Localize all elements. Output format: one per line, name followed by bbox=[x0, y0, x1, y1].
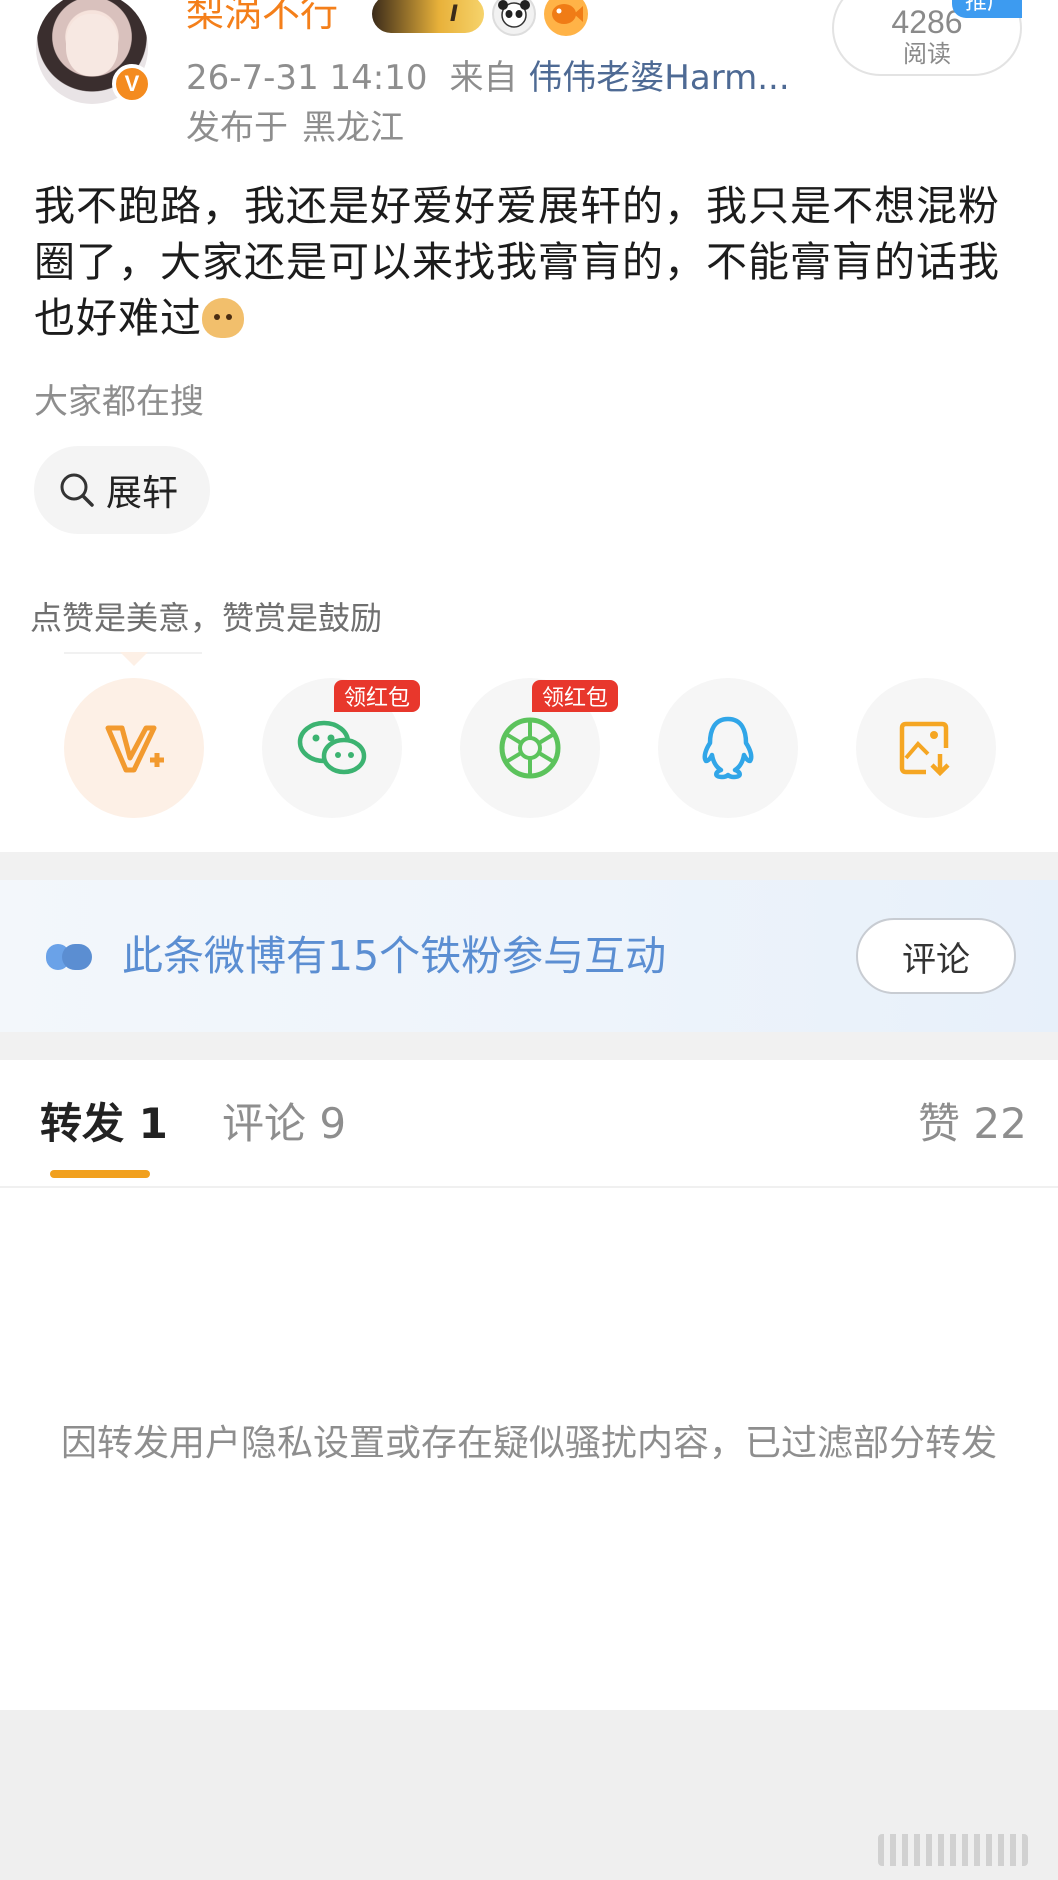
fans-icon bbox=[46, 944, 92, 970]
qq-icon bbox=[702, 716, 754, 780]
red-packet-tag: 领红包 bbox=[334, 680, 421, 712]
reward-button[interactable] bbox=[64, 678, 204, 818]
tab-forward[interactable]: 转发 1 bbox=[40, 1098, 168, 1150]
moments-icon bbox=[499, 717, 561, 779]
filtered-forward-notice: 因转发用户隐私设置或存在疑似骚扰内容，已过滤部分转发 bbox=[60, 1423, 997, 1464]
post-meta: 26-7-31 14:10 来自 伟伟老婆Harm... bbox=[186, 56, 790, 100]
tab-likes[interactable]: 赞 22 bbox=[918, 1098, 1027, 1150]
trending-search-term: 展轩 bbox=[106, 473, 179, 514]
reward-hint: 点赞是美意，赞赏是鼓励 bbox=[30, 599, 383, 637]
post-location: 发布于 黑龙江 bbox=[186, 106, 404, 150]
watermark bbox=[878, 1834, 1028, 1866]
post-source-link[interactable]: 伟伟老婆Harm... bbox=[528, 58, 789, 98]
wechat-icon bbox=[297, 720, 367, 775]
user-badges: I bbox=[372, 0, 588, 36]
comment-button[interactable]: 评论 bbox=[856, 918, 1016, 994]
fish-badge-icon[interactable] bbox=[544, 0, 588, 36]
panda-badge-icon[interactable] bbox=[492, 0, 536, 36]
trending-search-label: 大家都在搜 bbox=[34, 382, 204, 422]
tab-comments[interactable]: 评论 9 bbox=[222, 1098, 346, 1150]
trending-search-chip[interactable]: 展轩 bbox=[34, 446, 210, 534]
active-tab-indicator bbox=[50, 1170, 150, 1178]
reward-hint-pointer bbox=[120, 652, 148, 666]
section-divider bbox=[0, 1032, 1058, 1060]
member-crown-badge-icon[interactable]: I bbox=[372, 0, 484, 33]
post-text: 我不跑路，我还是好爱好爱展轩的，我只是不想混粉圈了，大家还是可以来找我膏肓的，不… bbox=[34, 182, 1000, 342]
location-value: 黑龙江 bbox=[302, 108, 404, 148]
username[interactable]: 梨涡不行 bbox=[186, 0, 338, 38]
post-timestamp: 26-7-31 14:10 bbox=[186, 58, 428, 98]
fan-interaction-text: 此条微博有15个铁粉参与互动 bbox=[122, 932, 667, 980]
dog-emoji-icon bbox=[202, 298, 244, 338]
read-count: 4286 bbox=[891, 4, 963, 40]
save-image-button[interactable] bbox=[856, 678, 996, 818]
save-image-icon bbox=[899, 721, 950, 777]
location-prefix: 发布于 bbox=[186, 108, 288, 148]
interaction-tabs: 转发 1 评论 9 赞 22 bbox=[0, 1060, 1058, 1188]
read-label: 阅读 bbox=[903, 40, 951, 68]
share-qq-button[interactable] bbox=[658, 678, 798, 818]
source-prefix: 来自 bbox=[449, 58, 518, 98]
post-content: 我不跑路，我还是好爱好爱展轩的，我只是不想混粉圈了，大家还是可以来找我膏肓的，不… bbox=[34, 178, 1024, 346]
red-packet-tag: 领红包 bbox=[532, 680, 619, 712]
search-icon bbox=[60, 473, 94, 507]
section-divider bbox=[0, 852, 1058, 880]
member-level: I bbox=[449, 1, 458, 27]
promo-tag: 推广 bbox=[952, 0, 1022, 18]
verified-badge-icon: V bbox=[112, 64, 152, 104]
reward-v-plus-icon bbox=[105, 725, 164, 773]
share-row: 领红包 领红包 bbox=[0, 678, 1058, 818]
